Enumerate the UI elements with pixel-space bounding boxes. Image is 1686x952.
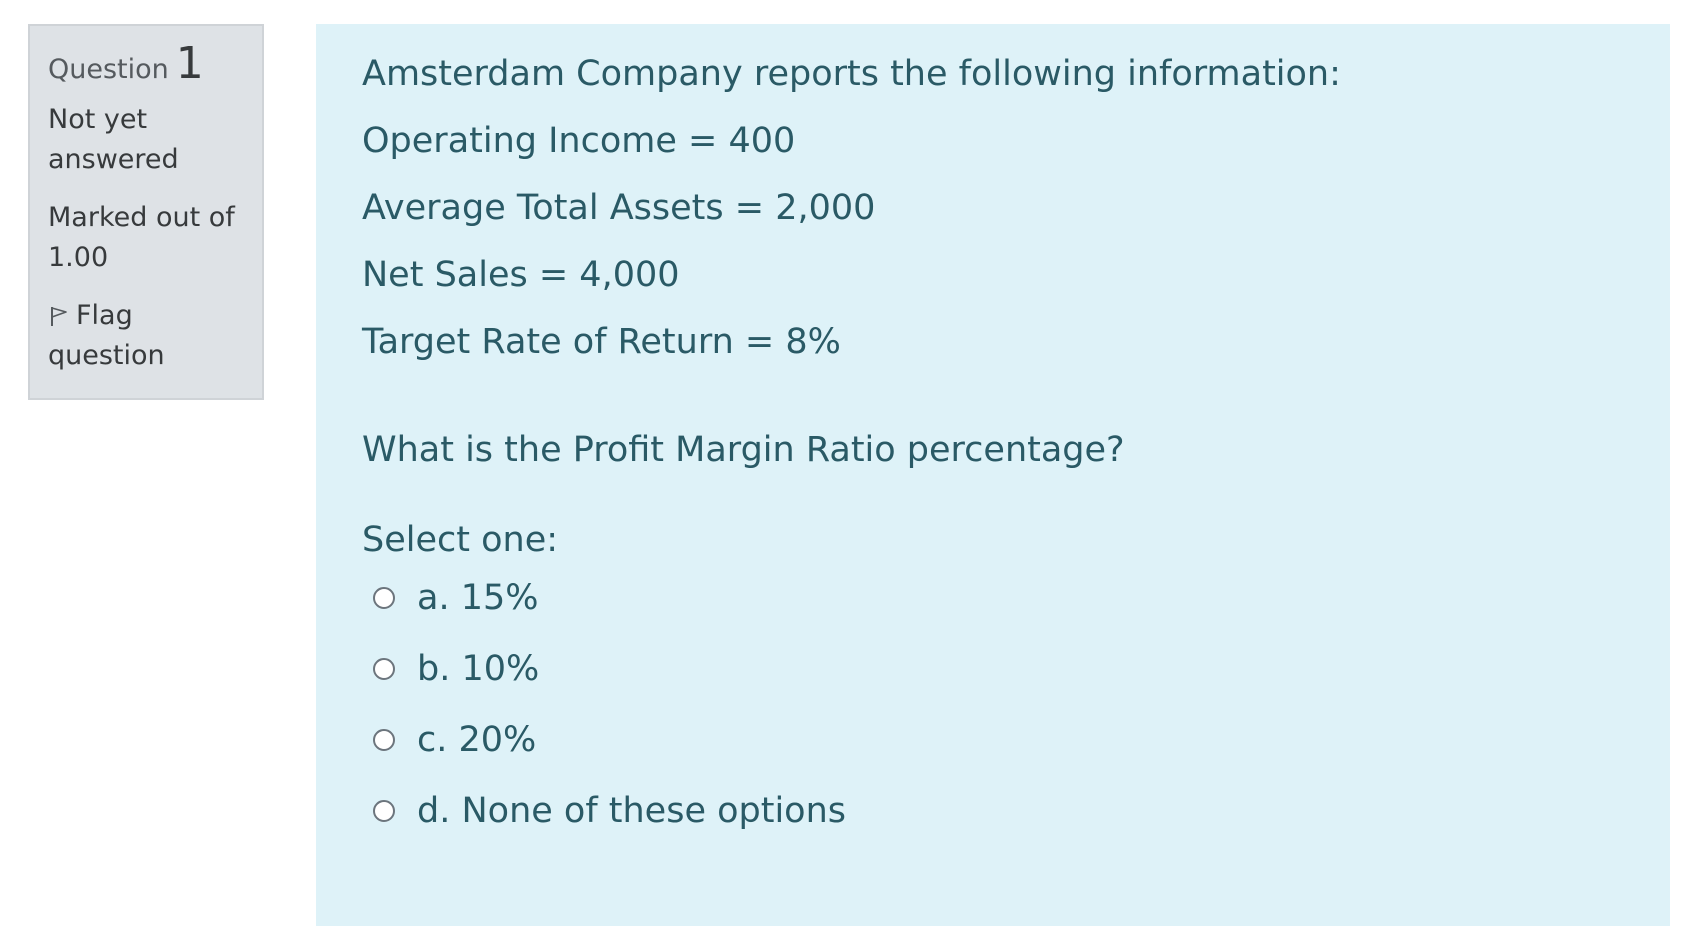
radio-button[interactable]: [373, 729, 395, 751]
answer-option-label: c. 20%: [417, 720, 537, 760]
radio-button[interactable]: [373, 800, 395, 822]
question-prompt-text: What is the Profit Margin Ratio percenta…: [362, 430, 1125, 470]
fact-net-sales: Net Sales = 4,000: [362, 255, 680, 295]
answer-options: a. 15% b. 10% c. 20% d. None of these op…: [362, 574, 1624, 835]
question-info-panel: Question 1 Not yet answered Marked out o…: [28, 24, 264, 400]
radio-button[interactable]: [373, 587, 395, 609]
answer-option-c[interactable]: c. 20%: [362, 716, 1624, 764]
radio-button[interactable]: [373, 658, 395, 680]
answer-option-label: d. None of these options: [417, 791, 847, 831]
question-grade: Marked out of 1.00: [48, 202, 235, 273]
select-one-label: Select one:: [362, 520, 559, 560]
flag-question-link[interactable]: Flag question: [48, 296, 244, 376]
question-state: Not yet answered: [48, 104, 179, 175]
fact-target-rate: Target Rate of Return = 8%: [362, 322, 841, 362]
answer-option-a[interactable]: a. 15%: [362, 574, 1624, 622]
answer-option-label: a. 15%: [417, 578, 539, 618]
question-content: Amsterdam Company reports the following …: [316, 24, 1670, 926]
question-intro: Amsterdam Company reports the following …: [362, 54, 1341, 94]
fact-average-total-assets: Average Total Assets = 2,000: [362, 188, 876, 228]
flag-icon: [48, 300, 70, 326]
question-heading: Question 1: [48, 42, 244, 86]
question-label: Question: [48, 54, 169, 85]
question-text: Amsterdam Company reports the following …: [362, 50, 1624, 474]
answer-option-b[interactable]: b. 10%: [362, 645, 1624, 693]
question-number: 1: [175, 38, 204, 89]
fact-operating-income: Operating Income = 400: [362, 121, 796, 161]
quiz-page: Question 1 Not yet answered Marked out o…: [0, 0, 1686, 952]
answer-option-label: b. 10%: [417, 649, 540, 689]
answer-option-d[interactable]: d. None of these options: [362, 787, 1624, 835]
